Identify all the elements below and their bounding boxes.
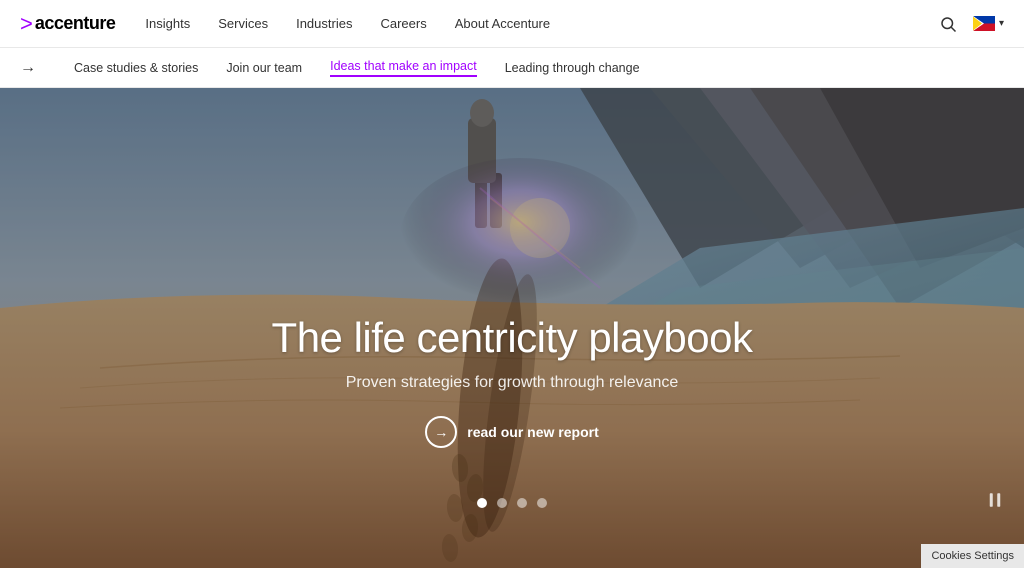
nav-links: Insights Services Industries Careers Abo…: [145, 16, 935, 31]
ph-flag-icon: [973, 16, 995, 31]
logo[interactable]: > accenture: [20, 11, 115, 37]
nav-link-about[interactable]: About Accenture: [455, 16, 550, 31]
pause-icon: [986, 491, 1004, 509]
hero-section: The life centricity playbook Proven stra…: [0, 88, 1024, 568]
subnav-arrow: →: [20, 59, 36, 77]
carousel-dot-2[interactable]: [497, 498, 507, 508]
carousel-dot-4[interactable]: [537, 498, 547, 508]
pause-button[interactable]: [986, 491, 1004, 514]
search-button[interactable]: [935, 11, 961, 37]
nav-link-careers[interactable]: Careers: [380, 16, 426, 31]
subnav-link-case-studies[interactable]: Case studies & stories: [74, 61, 198, 75]
nav-link-services[interactable]: Services: [218, 16, 268, 31]
nav-right: ▾: [935, 11, 1004, 37]
hero-content: The life centricity playbook Proven stra…: [0, 314, 1024, 448]
cta-circle-icon: →: [425, 416, 457, 448]
carousel-dots: [477, 498, 547, 508]
chevron-down-icon: ▾: [999, 18, 1004, 29]
cta-label: read our new report: [467, 424, 598, 440]
subnav-link-join-team[interactable]: Join our team: [226, 61, 302, 75]
logo-text: accenture: [35, 13, 116, 34]
subnav-link-leading[interactable]: Leading through change: [505, 61, 640, 75]
cta-arrow-icon: →: [434, 424, 448, 440]
subnav: → Case studies & stories Join our team I…: [0, 48, 1024, 88]
hero-title: The life centricity playbook: [0, 314, 1024, 362]
country-selector[interactable]: ▾: [973, 16, 1004, 31]
logo-accent: >: [20, 11, 33, 37]
hero-cta-button[interactable]: → read our new report: [425, 416, 598, 448]
hero-subtitle: Proven strategies for growth through rel…: [0, 374, 1024, 392]
subnav-link-ideas[interactable]: Ideas that make an impact: [330, 59, 477, 77]
nav-link-industries[interactable]: Industries: [296, 16, 352, 31]
cookies-settings-button[interactable]: Cookies Settings: [921, 544, 1024, 568]
nav-link-insights[interactable]: Insights: [145, 16, 190, 31]
navbar: > accenture Insights Services Industries…: [0, 0, 1024, 48]
carousel-dot-3[interactable]: [517, 498, 527, 508]
carousel-dot-1[interactable]: [477, 498, 487, 508]
search-icon: [939, 15, 957, 33]
